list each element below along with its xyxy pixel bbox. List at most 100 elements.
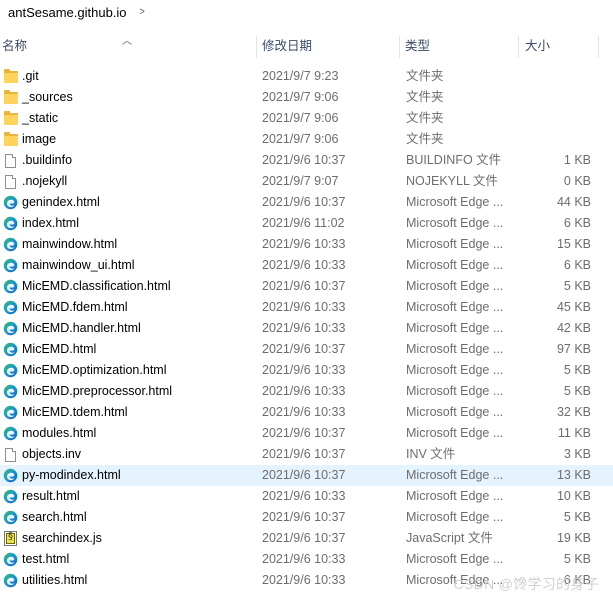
file-date: 2021/9/6 10:33 [262, 405, 346, 419]
file-date: 2021/9/7 9:07 [262, 174, 339, 188]
breadcrumb[interactable]: antSesame.github.io > [0, 0, 613, 24]
file-type: JavaScript 文件 [406, 531, 493, 545]
file-size: 5 KB [563, 552, 591, 566]
file-row[interactable]: .buildinfo 2021/9/6 10:37 BUILDINFO 文件 1 KB [0, 150, 613, 171]
file-size: 5 KB [563, 363, 591, 377]
column-divider[interactable] [598, 36, 599, 58]
column-header-name[interactable]: 名称 ︿ [2, 32, 252, 60]
file-type: Microsoft Edge ... [406, 300, 504, 314]
file-size: 44 KB [556, 195, 591, 209]
edge-icon [3, 342, 18, 357]
file-row[interactable]: MicEMD.tdem.html 2021/9/6 10:33 Microsoft … [0, 402, 613, 423]
file-size: 1 KB [563, 153, 591, 167]
column-header-size[interactable]: 大小 [525, 32, 605, 60]
file-row[interactable]: image 2021/9/7 9:06 文件夹 [0, 129, 613, 150]
file-size: 45 KB [556, 300, 591, 314]
file-row[interactable]: mainwindow.html 2021/9/6 10:33 Microsoft E… [0, 234, 613, 255]
file-date: 2021/9/7 9:06 [262, 111, 339, 125]
file-name: MicEMD.fdem.html [22, 300, 128, 314]
file-type: Microsoft Edge ... [406, 510, 504, 524]
folder-icon [4, 111, 18, 126]
file-date: 2021/9/6 10:37 [262, 468, 346, 482]
file-icon [5, 448, 16, 462]
file-date: 2021/9/6 10:37 [262, 531, 346, 545]
column-header-type-label: 类型 [405, 39, 431, 53]
edge-icon [3, 489, 18, 504]
edge-icon [3, 195, 18, 210]
file-row[interactable]: py-modindex.html 2021/9/6 10:37 Microsoft … [0, 465, 613, 486]
file-date: 2021/9/6 10:33 [262, 258, 346, 272]
file-row[interactable]: MicEMD.fdem.html 2021/9/6 10:33 Microsoft … [0, 297, 613, 318]
column-divider[interactable] [256, 36, 257, 58]
file-type: INV 文件 [406, 447, 456, 461]
file-date: 2021/9/6 10:37 [262, 153, 346, 167]
breadcrumb-segment[interactable]: antSesame.github.io [8, 5, 127, 20]
file-name: searchindex.js [22, 531, 102, 545]
file-size: 5 KB [563, 510, 591, 524]
edge-icon [3, 573, 18, 588]
file-type: Microsoft Edge ... [406, 237, 504, 251]
file-row[interactable]: objects.inv 2021/9/6 10:37 INV 文件 3 KB [0, 444, 613, 465]
column-divider[interactable] [518, 36, 519, 58]
column-header-size-label: 大小 [525, 39, 551, 53]
edge-icon [3, 321, 18, 336]
file-name: py-modindex.html [22, 468, 121, 482]
column-divider[interactable] [399, 36, 400, 58]
file-type: 文件夹 [406, 132, 444, 146]
file-row[interactable]: _sources 2021/9/7 9:06 文件夹 [0, 87, 613, 108]
file-row[interactable]: .nojekyll 2021/9/7 9:07 NOJEKYLL 文件 0 KB [0, 171, 613, 192]
column-header-date[interactable]: 修改日期 [262, 32, 398, 60]
folder-icon [4, 69, 18, 84]
file-name: .buildinfo [22, 153, 73, 167]
file-row[interactable]: genindex.html 2021/9/6 10:37 Microsoft Edg… [0, 192, 613, 213]
file-row[interactable]: MicEMD.optimization.html 2021/9/6 10:33 Mi… [0, 360, 613, 381]
file-name: MicEMD.classification.html [22, 279, 171, 293]
file-name: MicEMD.tdem.html [22, 405, 128, 419]
file-row[interactable]: search.html 2021/9/6 10:37 Microsoft Edge … [0, 507, 613, 528]
file-size: 5 KB [563, 279, 591, 293]
file-row[interactable]: index.html 2021/9/6 11:02 Microsoft Edge .… [0, 213, 613, 234]
file-row[interactable]: utilities.html 2021/9/6 10:33 Microsoft Ed… [0, 570, 613, 591]
edge-icon [3, 384, 18, 399]
file-type: Microsoft Edge ... [406, 468, 504, 482]
file-row[interactable]: result.html 2021/9/6 10:33 Microsoft Edge … [0, 486, 613, 507]
file-row[interactable]: _static 2021/9/7 9:06 文件夹 [0, 108, 613, 129]
file-name: _static [22, 111, 59, 125]
file-row[interactable]: MicEMD.preprocessor.html 2021/9/6 10:33 Mi… [0, 381, 613, 402]
file-name: index.html [22, 216, 79, 230]
file-type: Microsoft Edge ... [406, 195, 504, 209]
file-row[interactable]: searchindex.js 2021/9/6 10:37 JavaScript 文… [0, 528, 613, 549]
file-name: result.html [22, 489, 80, 503]
column-header-row: 名称 ︿ 修改日期 类型 大小 [0, 32, 613, 60]
file-name: search.html [22, 510, 87, 524]
file-type: Microsoft Edge ... [406, 552, 504, 566]
file-type: Microsoft Edge ... [406, 321, 504, 335]
file-name: MicEMD.optimization.html [22, 363, 167, 377]
folder-icon [4, 90, 18, 105]
file-row[interactable]: mainwindow_ui.html 2021/9/6 10:33 Microsof… [0, 255, 613, 276]
file-date: 2021/9/6 10:37 [262, 510, 346, 524]
file-name: .nojekyll [22, 174, 68, 188]
file-size: 32 KB [556, 405, 591, 419]
file-name: utilities.html [22, 573, 88, 587]
column-header-type[interactable]: 类型 [405, 32, 517, 60]
file-list: .git 2021/9/7 9:23 文件夹 _sources 2021/9/7 9:0… [0, 66, 613, 591]
file-row[interactable]: MicEMD.html 2021/9/6 10:37 Microsoft Edge … [0, 339, 613, 360]
column-header-date-label: 修改日期 [262, 39, 313, 53]
file-type: Microsoft Edge ... [406, 384, 504, 398]
folder-icon [4, 132, 18, 147]
file-type: 文件夹 [406, 90, 444, 104]
file-name: modules.html [22, 426, 97, 440]
file-date: 2021/9/6 10:37 [262, 342, 346, 356]
chevron-right-icon[interactable]: > [139, 6, 144, 18]
file-row[interactable]: .git 2021/9/7 9:23 文件夹 [0, 66, 613, 87]
file-row[interactable]: MicEMD.classification.html 2021/9/6 10:37… [0, 276, 613, 297]
file-row[interactable]: modules.html 2021/9/6 10:37 Microsoft Edge… [0, 423, 613, 444]
file-size: 6 KB [563, 258, 591, 272]
file-size: 97 KB [556, 342, 591, 356]
file-row[interactable]: test.html 2021/9/6 10:33 Microsoft Edge ..… [0, 549, 613, 570]
file-name: MicEMD.preprocessor.html [22, 384, 173, 398]
file-name: mainwindow.html [22, 237, 118, 251]
file-date: 2021/9/7 9:06 [262, 90, 339, 104]
file-row[interactable]: MicEMD.handler.html 2021/9/6 10:33 Microso… [0, 318, 613, 339]
